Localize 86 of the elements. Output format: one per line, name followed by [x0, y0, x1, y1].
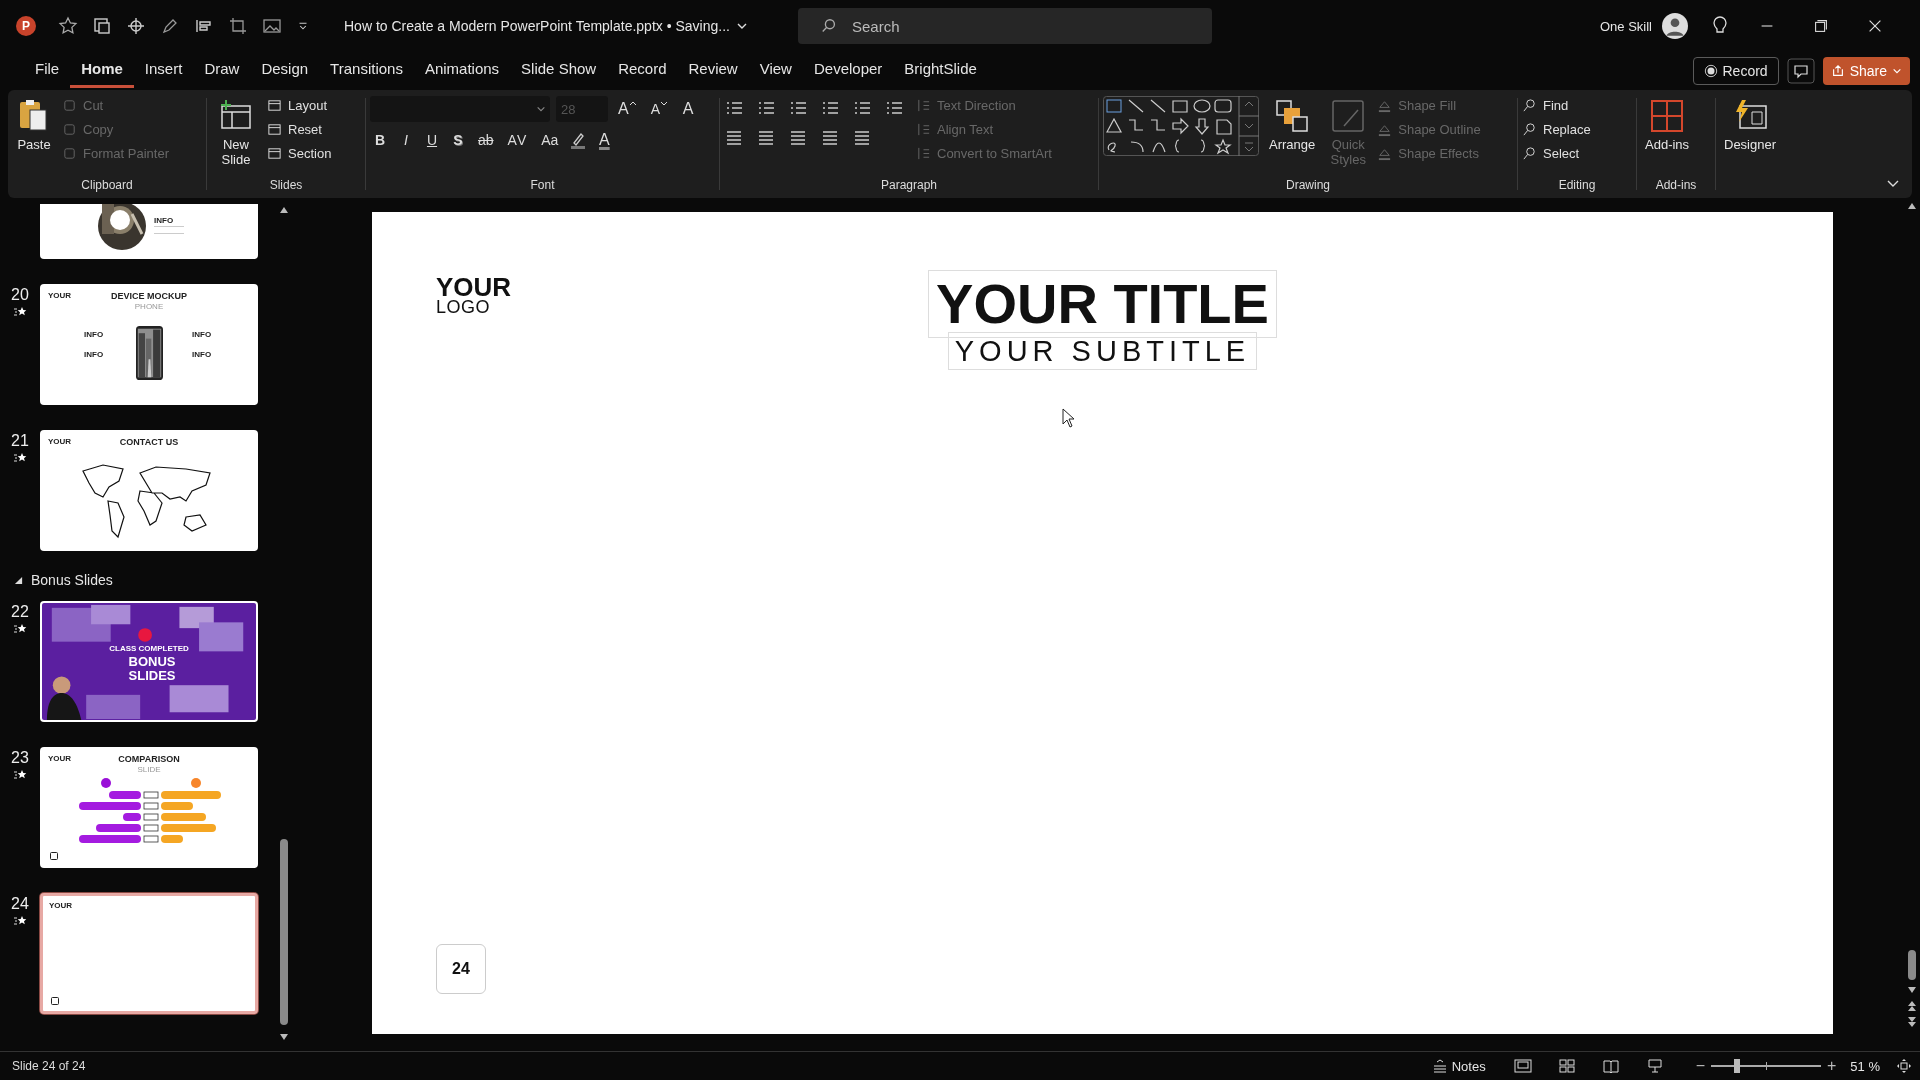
slide-number: 22: [11, 603, 29, 621]
format-button[interactable]: U: [422, 132, 442, 148]
logo-text: LOGO: [436, 299, 491, 316]
slide-number: 23: [11, 749, 29, 767]
clear-formatting-button[interactable]: A: [678, 100, 698, 118]
slide-subtitle: PHONE: [134, 302, 164, 311]
user-name[interactable]: One Skill: [1599, 18, 1652, 34]
zoom-level[interactable]: 51 %: [1850, 1058, 1880, 1074]
group-label: Drawing: [1285, 178, 1331, 194]
share-button[interactable]: Share: [1822, 57, 1910, 85]
grow-font-button[interactable]: A: [614, 100, 641, 118]
new-slide-button[interactable]: New Slide: [211, 96, 261, 169]
slide-title: DEVICE MOCKUP: [111, 291, 187, 301]
ribbon-tab[interactable]: Review: [677, 54, 749, 88]
format-button[interactable]: B: [370, 132, 390, 148]
search-field[interactable]: Search: [797, 8, 1212, 44]
slide-canvas[interactable]: YOUR LOGO YOUR TITLE YOUR SUBTITLE 24: [372, 212, 1833, 1034]
ribbon-tab[interactable]: Insert: [133, 54, 194, 88]
slide-thumbnail[interactable]: CLASS COMPLETED BONUS SLIDES: [40, 601, 258, 722]
slide-thumbnail[interactable]: YOUR CONTACT US: [40, 430, 258, 551]
format-button[interactable]: AV: [503, 132, 532, 148]
ribbon-button[interactable]: Select: [1522, 144, 1591, 163]
ribbon-button[interactable]: Section: [267, 144, 332, 163]
group-label: Clipboard: [80, 178, 134, 194]
add-ins-button[interactable]: Add-ins: [1641, 96, 1694, 154]
ribbon-tab[interactable]: View: [748, 54, 803, 88]
slide-thumbnail[interactable]: YOUR DEVICE MOCKUP PHONE INFO INFO INFO INFO: [40, 284, 258, 405]
shrink-font-button[interactable]: A: [646, 101, 672, 117]
group-label: Editing: [1557, 178, 1597, 194]
ribbon-tab[interactable]: Design: [250, 54, 320, 88]
ribbon-tab[interactable]: Record: [607, 54, 678, 88]
app-logo: P: [16, 16, 36, 36]
slide-title[interactable]: YOUR TITLE: [928, 270, 1277, 338]
ribbon-tab[interactable]: Animations: [413, 54, 511, 88]
format-button[interactable]: I: [396, 132, 416, 148]
arrange-button[interactable]: Arrange: [1265, 96, 1320, 154]
paste-button[interactable]: Paste: [12, 96, 56, 154]
ribbon-tab[interactable]: BrightSlide: [893, 54, 988, 88]
ribbon-tab[interactable]: File: [24, 54, 71, 88]
slide-title: CONTACT US: [119, 437, 179, 447]
slide-number: 20: [11, 286, 29, 304]
notes-button[interactable]: Notes: [1431, 1058, 1486, 1074]
logo-text: YOUR: [48, 754, 72, 763]
ribbon-button[interactable]: Layout: [267, 96, 332, 115]
record-button[interactable]: Record: [1692, 57, 1779, 85]
slide-kicker: CLASS COMPLETED: [109, 644, 189, 653]
group-label: Font: [529, 178, 556, 194]
logo-text: YOUR: [49, 901, 73, 910]
logo-text: YOUR: [48, 437, 72, 446]
document-title[interactable]: How to Create a Modern PowerPoint Template.pptx • Saving...: [344, 18, 730, 34]
info-label: INFO: [192, 330, 212, 339]
format-button[interactable]: ab: [474, 132, 498, 148]
slide-thumbnail[interactable]: YOUR: [40, 893, 258, 1014]
slide-thumbnail[interactable]: YOUR COMPARISON SLIDE: [40, 747, 258, 868]
group-label: Add-ins: [1654, 178, 1698, 194]
slide-thumbnail[interactable]: INFO: [40, 204, 258, 259]
zoom-out-button[interactable]: −: [1695, 1057, 1705, 1075]
ribbon-button[interactable]: Find: [1522, 96, 1591, 115]
ribbon-tab[interactable]: Developer: [802, 54, 894, 88]
slide-subtitle[interactable]: YOUR SUBTITLE: [947, 332, 1258, 370]
slide-number: 21: [11, 432, 29, 450]
slide-title: BONUS SLIDES: [127, 655, 177, 683]
ribbon-tab[interactable]: Slide Show: [510, 54, 608, 88]
slide-number: 24: [11, 895, 29, 913]
info-label: INFO: [192, 350, 212, 359]
logo-text: YOUR: [436, 276, 512, 300]
logo-text: YOUR: [48, 291, 72, 300]
slide-subtitle: SLIDE: [137, 765, 161, 774]
group-label: Paragraph: [879, 178, 938, 194]
info-label: INFO: [84, 350, 104, 359]
zoom-in-button[interactable]: +: [1827, 1057, 1837, 1075]
slide-count: Slide 24 of 24: [12, 1059, 86, 1073]
info-label: INFO: [154, 216, 174, 225]
format-button[interactable]: S: [448, 132, 468, 148]
slide-title: COMPARISON: [118, 754, 180, 764]
ribbon-button[interactable]: Replace: [1522, 120, 1591, 139]
ribbon-button[interactable]: Reset: [267, 120, 332, 139]
ribbon-tab[interactable]: Draw: [193, 54, 251, 88]
section-header[interactable]: Bonus Slides: [0, 572, 278, 588]
group-label: Slides: [268, 178, 304, 194]
format-button[interactable]: Aa: [537, 132, 563, 148]
designer-button[interactable]: Designer: [1720, 96, 1781, 154]
page-number: 24: [436, 944, 486, 994]
ribbon-tab[interactable]: Transitions: [319, 54, 414, 88]
font-color-button[interactable]: A: [594, 131, 615, 149]
info-label: INFO: [84, 330, 104, 339]
